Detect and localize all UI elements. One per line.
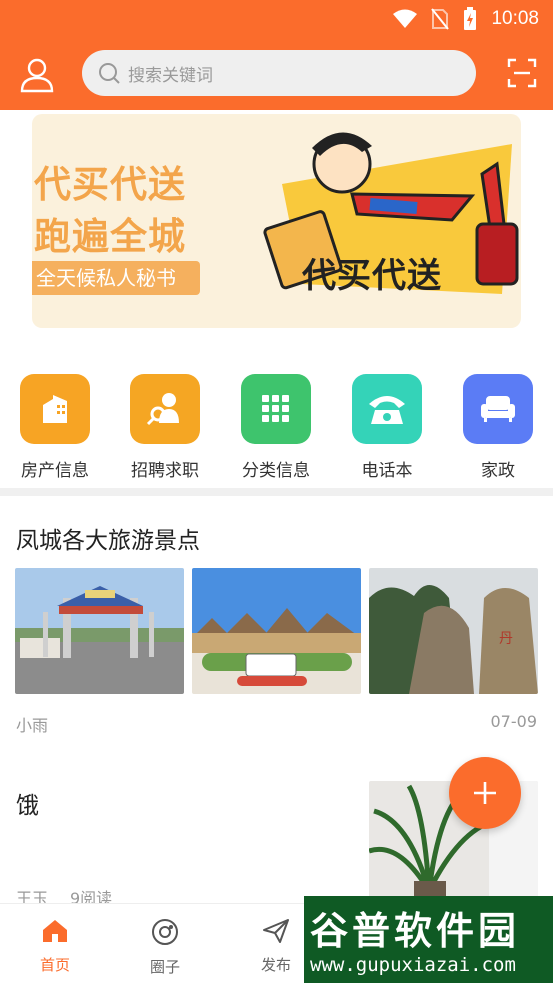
banner-line1: 代买代送 bbox=[34, 163, 186, 206]
tab-label: 圈子 bbox=[149, 958, 180, 976]
promo-banner[interactable]: 代买代送 跑遍全城 全天候私人秘书 代买代送 bbox=[32, 114, 521, 328]
post-image-scenic-area[interactable] bbox=[192, 568, 361, 694]
scan-icon[interactable] bbox=[507, 58, 537, 88]
category-classifieds[interactable]: 分类信息 bbox=[231, 374, 321, 481]
building-icon bbox=[20, 374, 90, 444]
section-divider bbox=[0, 488, 553, 496]
search-icon bbox=[99, 63, 120, 84]
grid-icon bbox=[241, 374, 311, 444]
no-sim-icon bbox=[431, 8, 450, 30]
post-title[interactable]: 凤城各大旅游景点 bbox=[16, 521, 200, 555]
circle-icon bbox=[152, 919, 178, 945]
watermark-title: 谷普软件园 bbox=[310, 909, 521, 953]
status-time: 10:08 bbox=[491, 8, 539, 29]
search-input[interactable]: 搜索关键词 bbox=[82, 50, 476, 96]
status-bar: 10:08 bbox=[393, 6, 539, 32]
category-recruitment[interactable]: 招聘求职 bbox=[120, 374, 210, 481]
send-icon bbox=[263, 919, 289, 943]
banner-line2: 跑遍全城 bbox=[34, 215, 186, 258]
category-label: 家政 bbox=[481, 461, 515, 481]
top-bar: 10:08 搜索关键词 bbox=[0, 0, 553, 110]
site-watermark: 谷普软件园 www.gupuxiazai.com bbox=[304, 896, 553, 983]
recruit-icon bbox=[130, 374, 200, 444]
tab-home[interactable]: 首页 bbox=[15, 918, 95, 975]
post-author: 小雨 bbox=[16, 716, 49, 735]
tab-circle[interactable]: 圈子 bbox=[125, 918, 205, 977]
wifi-icon bbox=[393, 9, 418, 28]
category-phonebook[interactable]: 电话本 bbox=[342, 374, 432, 481]
post-image-rocks[interactable]: 丹 bbox=[369, 568, 538, 694]
banner-tagline: 全天候私人秘书 bbox=[32, 261, 200, 295]
app-screen: 10:08 搜索关键词 代买代送 跑遍全城 全天候私人秘书 代买代送 房产信息 … bbox=[0, 0, 553, 983]
add-post-button[interactable] bbox=[449, 757, 521, 829]
battery-charging-icon bbox=[464, 7, 477, 30]
svg-text:丹: 丹 bbox=[499, 631, 513, 647]
tab-label: 首页 bbox=[39, 956, 70, 974]
post-title[interactable]: 饿 bbox=[16, 786, 39, 820]
category-label: 电话本 bbox=[361, 461, 413, 481]
phone-icon bbox=[352, 374, 422, 444]
post-date: 07-09 bbox=[490, 712, 538, 731]
home-icon bbox=[43, 920, 67, 942]
category-housekeeping[interactable]: 家政 bbox=[453, 374, 543, 481]
user-profile-icon[interactable] bbox=[18, 56, 56, 94]
header: 搜索关键词 bbox=[0, 50, 553, 98]
search-placeholder: 搜索关键词 bbox=[128, 65, 213, 86]
category-label: 房产信息 bbox=[21, 461, 89, 481]
banner-graphic-text: 代买代送 bbox=[302, 256, 442, 296]
category-label: 招聘求职 bbox=[131, 461, 199, 481]
category-label: 分类信息 bbox=[242, 461, 310, 481]
category-housing[interactable]: 房产信息 bbox=[10, 374, 100, 481]
post-image-gate[interactable] bbox=[15, 568, 184, 694]
plus-icon bbox=[474, 782, 496, 804]
category-row: 房产信息 招聘求职 分类信息 电话本 家政 bbox=[0, 374, 553, 482]
sofa-icon bbox=[463, 374, 533, 444]
watermark-url: www.gupuxiazai.com bbox=[310, 954, 516, 976]
